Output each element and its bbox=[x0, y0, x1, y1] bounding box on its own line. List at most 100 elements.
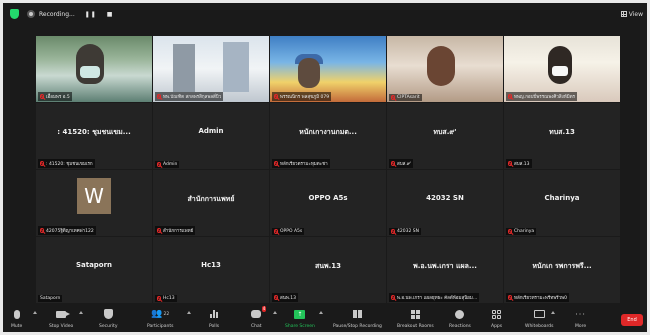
participant-name: 42032 SN bbox=[426, 194, 464, 202]
video-camera-icon bbox=[56, 310, 71, 318]
more-dots-icon: ··· bbox=[575, 309, 586, 319]
chat-options-caret-icon[interactable] bbox=[273, 311, 277, 314]
more-button[interactable]: ··· More bbox=[575, 308, 586, 332]
participants-count: 22 bbox=[163, 311, 170, 317]
participant-tile[interactable]: Admin Admin bbox=[153, 103, 269, 169]
mic-muted-icon bbox=[40, 94, 44, 99]
whiteboards-button[interactable]: Whiteboards bbox=[525, 308, 553, 332]
participant-tile[interactable]: พ.อ.นพ.เกรา แผล... พ.อ.นพ.เกรา แผลยุทธะ … bbox=[387, 237, 503, 303]
polls-button[interactable]: Polls bbox=[209, 308, 219, 332]
participant-tile[interactable]: เอื้อมพร อ.5 bbox=[36, 36, 152, 102]
mic-muted-icon bbox=[40, 161, 44, 166]
breakout-rooms-icon bbox=[410, 309, 420, 319]
participant-label: สำนักการแพทย์ bbox=[155, 226, 196, 235]
breakout-rooms-label: Breakout Rooms bbox=[397, 324, 434, 329]
mic-muted-icon bbox=[157, 162, 161, 167]
participant-tile-active-speaker[interactable]: ทพ.บัณฑิต สกลพรสิกุลพลสี่บิว bbox=[153, 36, 269, 102]
participant-label: : 41520: ชุมชนเขมเรก bbox=[38, 159, 95, 168]
participant-name: ทบส.13 bbox=[549, 128, 575, 136]
participant-tile[interactable]: 42032 SN 42032 SN bbox=[387, 170, 503, 236]
reactions-button[interactable]: Reactions bbox=[449, 308, 471, 332]
view-label: View bbox=[628, 10, 643, 18]
participant-tile[interactable]: Sataporn Sataporn bbox=[36, 237, 152, 303]
participant-label: พ.อ.นพ.เกรา แผลยุทธะ คัลต์พ้อมสุนิยม... bbox=[389, 293, 480, 302]
mic-muted-icon bbox=[391, 229, 395, 234]
chat-button[interactable]: 4 Chat bbox=[251, 306, 267, 332]
participant-label: พรรณนิกร พลสุขภูมิ 079 bbox=[272, 92, 332, 101]
mic-muted-icon bbox=[157, 296, 161, 301]
view-button[interactable]: View bbox=[620, 8, 643, 20]
stop-recording-icon[interactable]: ■ bbox=[107, 11, 114, 18]
participant-tile[interactable]: หนักเกางานกมต... หลักเรียวตรามะทุมตะชา bbox=[270, 103, 386, 169]
participant-tile[interactable]: ทบส.13 สบส.13 bbox=[504, 103, 620, 169]
shield-icon bbox=[103, 309, 113, 319]
participant-avatar: W bbox=[77, 178, 111, 214]
mic-muted-icon bbox=[508, 161, 512, 166]
participants-options-caret-icon[interactable] bbox=[187, 311, 191, 314]
stop-video-button[interactable]: Stop Video bbox=[49, 308, 73, 332]
end-meeting-button[interactable]: End bbox=[621, 314, 643, 326]
mic-muted-icon bbox=[157, 94, 161, 99]
mute-options-caret-icon[interactable] bbox=[33, 311, 37, 314]
pause-recording-icon[interactable]: ❚❚ bbox=[85, 11, 97, 18]
security-label: Security bbox=[99, 324, 118, 329]
participant-name: Sataporn bbox=[75, 261, 113, 269]
participant-label: Admin bbox=[155, 161, 180, 168]
mute-button[interactable]: Mute bbox=[11, 308, 22, 332]
participant-label: หลักเรียวทรามะพรีทพรีวพ0 bbox=[506, 293, 569, 302]
participant-tile[interactable]: Hc13 Hc13 bbox=[153, 237, 269, 303]
participant-tile[interactable]: พรรณนิกร พลสุขภูมิ 079 bbox=[270, 36, 386, 102]
participant-name: หนักเกางานกมต... bbox=[299, 128, 357, 136]
security-button[interactable]: Security bbox=[99, 308, 117, 332]
grid-view-icon bbox=[620, 11, 627, 17]
participant-tile[interactable]: W 42075ฐิติญาเทคพ่า122 bbox=[36, 170, 152, 236]
recording-indicator: Recording... ❚❚ ■ bbox=[27, 7, 113, 21]
participant-tile[interactable]: สำนักการแพทย์ สำนักการแพทย์ bbox=[153, 170, 269, 236]
microphone-icon bbox=[13, 309, 20, 319]
participant-name: พ.อ.นพ.เกรา แผล... bbox=[413, 262, 477, 270]
participant-label: สบส.13 bbox=[506, 159, 532, 168]
participant-tile[interactable]: OPPO A5s OPPO A5s bbox=[270, 170, 386, 236]
apps-button[interactable]: Apps bbox=[491, 308, 502, 332]
pause-stop-recording-button[interactable]: Pause/Stop Recording bbox=[333, 308, 382, 332]
recording-dot-icon bbox=[27, 10, 35, 18]
polls-label: Polls bbox=[209, 324, 220, 329]
participant-name: หนักเก รพการพรี... bbox=[532, 262, 592, 270]
pause-stop-recording-icon bbox=[352, 310, 362, 318]
participant-label: ทพญ.กอบปี่พรรณพงศิวสิงห์มิตร bbox=[506, 92, 578, 101]
participant-tile[interactable]: หนักเก รพการพรี... หลักเรียวทรามะพรีทพรี… bbox=[504, 237, 620, 303]
participant-tile[interactable]: CIPTAsarit bbox=[387, 36, 503, 102]
share-screen-button[interactable]: ↑ Share Screen bbox=[285, 308, 315, 332]
participant-tile[interactable]: ทบส.๙' สบส.๙' bbox=[387, 103, 503, 169]
share-options-caret-icon[interactable] bbox=[319, 311, 323, 314]
participant-label: Hc13 bbox=[155, 295, 177, 302]
pause-stop-recording-label: Pause/Stop Recording bbox=[333, 324, 382, 329]
mute-label: Mute bbox=[11, 324, 23, 329]
participant-tile[interactable]: Charinya Charinya bbox=[504, 170, 620, 236]
meeting-toolbar: Mute Stop Video Security 👥 22 Participan… bbox=[3, 306, 647, 332]
video-options-caret-icon[interactable] bbox=[79, 311, 83, 314]
stop-video-label: Stop Video bbox=[49, 324, 74, 329]
gallery-grid: เอื้อมพร อ.5 ทพ.บัณฑิต สกลพรสิกุลพลสี่บิ… bbox=[36, 36, 620, 303]
participant-tile[interactable]: : 41520: ชุมชนเขม... : 41520: ชุมชนเขมเร… bbox=[36, 103, 152, 169]
participant-tile[interactable]: สนพ.13 สนพ.13 bbox=[270, 237, 386, 303]
polls-icon bbox=[210, 310, 219, 318]
participant-name: ทบส.๙' bbox=[433, 128, 457, 136]
apps-label: Apps bbox=[491, 324, 503, 329]
participant-tile[interactable]: ทพญ.กอบปี่พรรณพงศิวสิงห์มิตร bbox=[504, 36, 620, 102]
whiteboard-options-caret-icon[interactable] bbox=[551, 311, 555, 314]
participant-label: ทพ.บัณฑิต สกลพรสิกุลพลสี่บิว bbox=[155, 92, 224, 101]
mic-muted-icon bbox=[391, 295, 395, 300]
participant-label: Sataporn bbox=[38, 295, 63, 302]
participants-button[interactable]: 👥 22 Participants bbox=[147, 308, 173, 332]
participant-label: สนพ.13 bbox=[272, 293, 298, 302]
reactions-label: Reactions bbox=[449, 324, 471, 329]
mic-muted-icon bbox=[508, 295, 512, 300]
security-shield-icon[interactable] bbox=[10, 9, 19, 19]
participant-label: หลักเรียวตรามะทุมตะชา bbox=[272, 159, 330, 168]
participant-label: Charinya bbox=[506, 228, 537, 235]
recording-label: Recording... bbox=[39, 10, 75, 18]
breakout-rooms-button[interactable]: Breakout Rooms bbox=[397, 308, 434, 332]
participant-label: OPPO A5s bbox=[272, 228, 305, 235]
participant-name: Admin bbox=[198, 127, 224, 135]
